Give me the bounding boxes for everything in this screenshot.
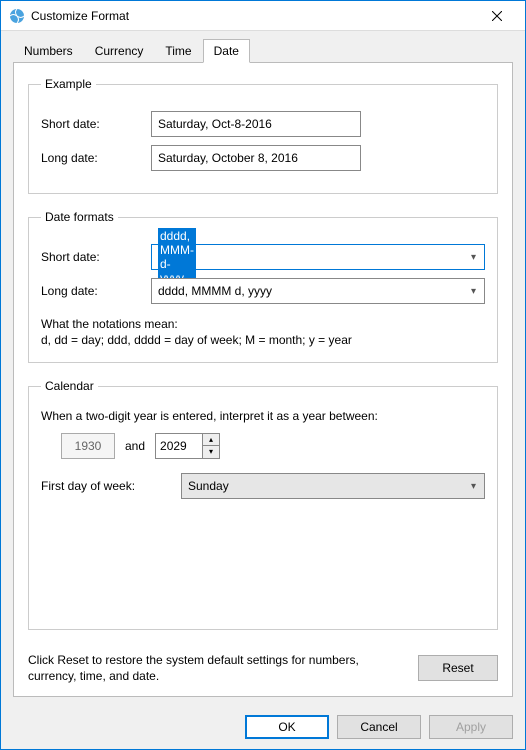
window-title: Customize Format (31, 9, 477, 23)
tab-currency[interactable]: Currency (84, 39, 155, 63)
dialog-content: Numbers Currency Time Date Example Short… (1, 31, 525, 705)
title-bar: Customize Format (1, 1, 525, 31)
short-date-example-label: Short date: (41, 117, 151, 131)
tab-date[interactable]: Date (203, 39, 250, 63)
spin-up-button[interactable]: ▴ (203, 434, 219, 446)
date-formats-legend: Date formats (41, 210, 118, 224)
close-icon (492, 11, 502, 21)
short-date-format-combo[interactable]: dddd, MMM-d-yyyy ▾ (151, 244, 485, 270)
first-day-of-week-value: Sunday (188, 479, 467, 493)
cancel-button[interactable]: Cancel (337, 715, 421, 739)
year-end-spinner[interactable]: ▴ ▾ (155, 433, 220, 459)
long-date-format-value: dddd, MMMM d, yyyy (158, 284, 467, 298)
long-date-format-combo[interactable]: dddd, MMMM d, yyyy ▾ (151, 278, 485, 304)
tab-time[interactable]: Time (154, 39, 202, 63)
customize-format-dialog: Customize Format Numbers Currency Time D… (0, 0, 526, 750)
reset-row: Click Reset to restore the system defaul… (28, 646, 498, 686)
dialog-button-row: OK Cancel Apply (1, 705, 525, 749)
ok-button[interactable]: OK (245, 715, 329, 739)
apply-button[interactable]: Apply (429, 715, 513, 739)
reset-text: Click Reset to restore the system defaul… (28, 652, 404, 684)
example-group: Example Short date: Saturday, Oct-8-2016… (28, 77, 498, 194)
short-date-format-label: Short date: (41, 250, 151, 264)
long-date-format-label: Long date: (41, 284, 151, 298)
chevron-down-icon: ▾ (467, 252, 480, 263)
short-date-example-value: Saturday, Oct-8-2016 (151, 111, 361, 137)
example-legend: Example (41, 77, 96, 91)
spin-down-button[interactable]: ▾ (203, 446, 219, 458)
chevron-down-icon: ▾ (467, 481, 480, 492)
notation-text: d, dd = day; ddd, dddd = day of week; M … (41, 332, 485, 348)
two-digit-year-text: When a two-digit year is entered, interp… (41, 409, 485, 423)
date-formats-group: Date formats Short date: dddd, MMM-d-yyy… (28, 210, 498, 363)
tab-strip: Numbers Currency Time Date (13, 39, 513, 63)
year-start-value: 1930 (61, 433, 115, 459)
calendar-group: Calendar When a two-digit year is entere… (28, 379, 498, 629)
tab-page-date: Example Short date: Saturday, Oct-8-2016… (13, 62, 513, 697)
calendar-legend: Calendar (41, 379, 98, 393)
tab-numbers[interactable]: Numbers (13, 39, 84, 63)
chevron-down-icon: ▾ (467, 286, 480, 297)
long-date-example-value: Saturday, October 8, 2016 (151, 145, 361, 171)
close-button[interactable] (477, 2, 517, 30)
first-day-of-week-label: First day of week: (41, 479, 171, 493)
reset-button[interactable]: Reset (418, 655, 498, 681)
and-label: and (125, 439, 145, 453)
first-day-of-week-combo[interactable]: Sunday ▾ (181, 473, 485, 499)
notation-title: What the notations mean: (41, 316, 485, 332)
globe-icon (9, 8, 25, 24)
spinner-buttons: ▴ ▾ (202, 434, 219, 458)
long-date-example-label: Long date: (41, 151, 151, 165)
year-end-input[interactable] (156, 434, 202, 458)
